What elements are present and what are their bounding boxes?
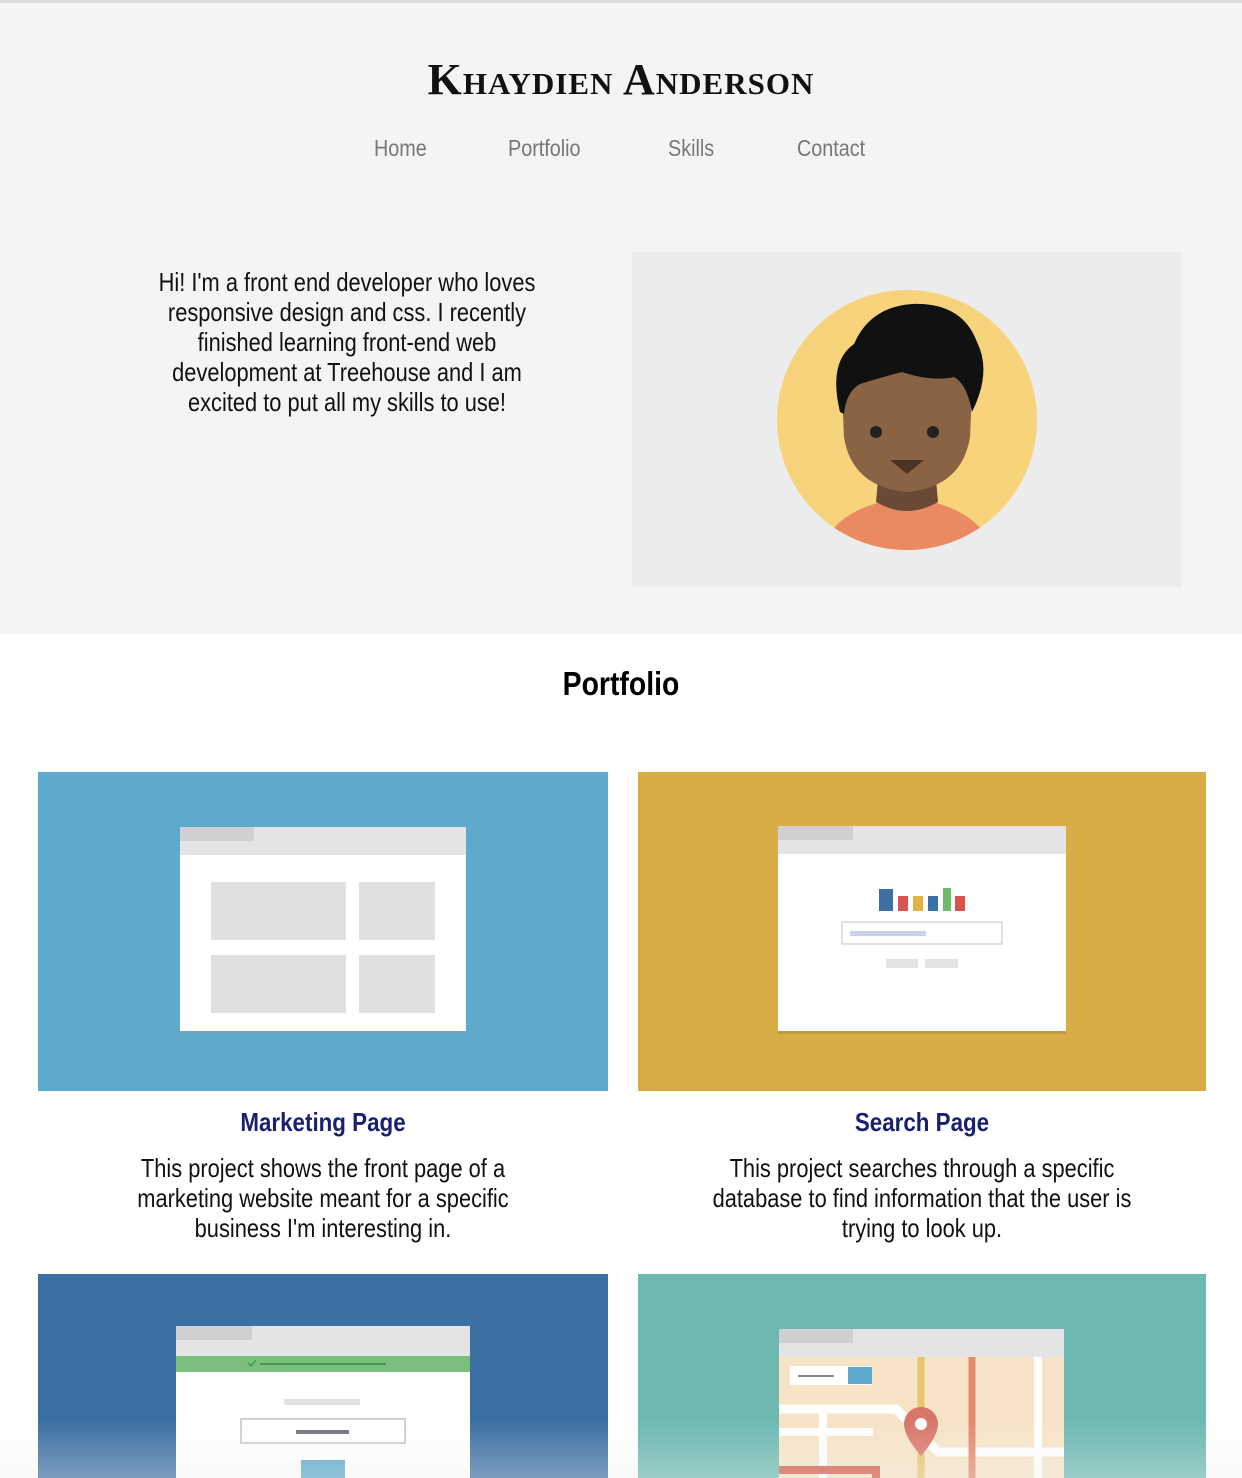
portfolio-heading: Portfolio <box>562 665 680 702</box>
project-title-search[interactable]: Search Page <box>678 1106 1166 1138</box>
project-image-marketing[interactable] <box>38 772 608 1091</box>
project-title-marketing[interactable]: Marketing Page <box>78 1106 568 1138</box>
avatar-panel <box>632 252 1182 587</box>
avatar <box>777 290 1037 550</box>
map-icon <box>779 1329 1064 1478</box>
site-header: Khaydien Anderson Home Portfolio Skills … <box>0 3 1242 634</box>
project-image-map[interactable] <box>638 1274 1206 1478</box>
nav-item-skills[interactable]: Skills <box>668 133 714 163</box>
nav-item-portfolio[interactable]: Portfolio <box>508 133 581 163</box>
project-description-marketing: This project shows the front page of a m… <box>137 1153 509 1243</box>
nav-item-contact[interactable]: Contact <box>797 133 865 163</box>
project-description-search: This project searches through a specific… <box>712 1153 1132 1243</box>
search-page-icon <box>778 826 1066 1034</box>
form-page-icon <box>176 1326 470 1478</box>
project-image-form[interactable] <box>38 1274 608 1478</box>
main-nav: Home Portfolio Skills Contact <box>0 133 1242 165</box>
nav-item-home[interactable]: Home <box>374 133 427 163</box>
project-image-search[interactable] <box>638 772 1206 1091</box>
intro-text: Hi! I'm a front end developer who loves … <box>158 267 536 417</box>
site-title: Khaydien Anderson <box>427 55 815 104</box>
layout-wireframe-icon <box>180 827 466 1034</box>
